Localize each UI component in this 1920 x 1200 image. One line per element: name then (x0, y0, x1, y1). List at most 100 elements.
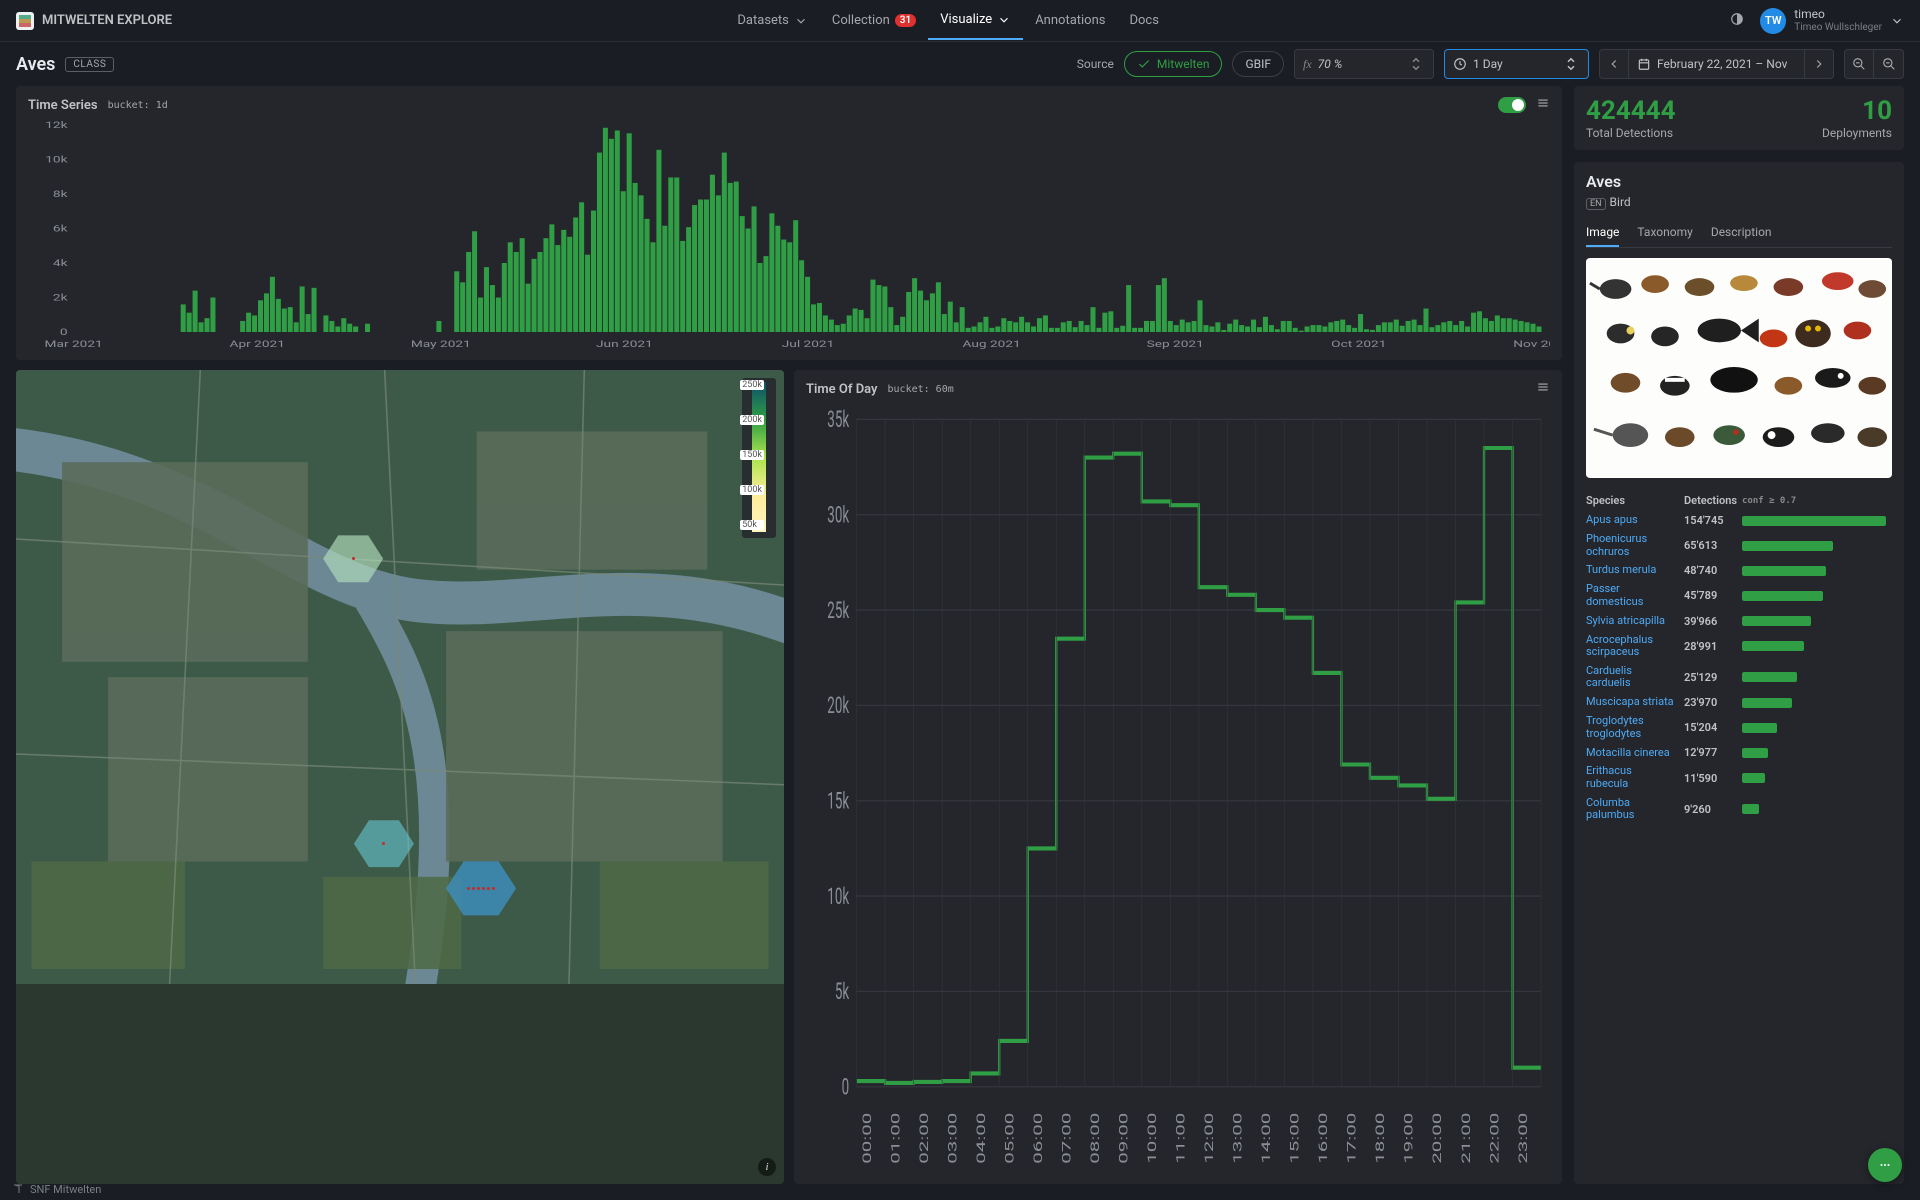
svg-text:May 2021: May 2021 (411, 338, 471, 349)
species-link[interactable]: Motacilla cinerea (1586, 747, 1676, 760)
species-link[interactable]: Muscicapa striata (1586, 696, 1676, 709)
zoom-reset-button[interactable] (1874, 49, 1904, 79)
select-handles-icon (1407, 55, 1425, 73)
date-range-select[interactable]: February 22, 2021 – November 5, … (1629, 49, 1804, 79)
svg-text:30k: 30k (827, 500, 849, 528)
nav-datasets[interactable]: Datasets (725, 1, 820, 40)
svg-text:0: 0 (60, 326, 68, 337)
svg-text:21:00: 21:00 (1459, 1113, 1473, 1164)
timeseries-menu-icon[interactable] (1536, 96, 1550, 114)
species-link[interactable]: Erithacus rubecula (1586, 765, 1676, 790)
avatar: TW (1760, 8, 1786, 34)
species-link[interactable]: Columba palumbus (1586, 797, 1676, 822)
species-count: 28'991 (1684, 640, 1734, 653)
svg-text:13:00: 13:00 (1231, 1113, 1245, 1164)
species-row: Passer domesticus 45'789 (1586, 580, 1886, 611)
deployments-value: 10 (1822, 96, 1892, 126)
fab-more-button[interactable] (1868, 1148, 1902, 1182)
app-name: MITWELTEN EXPLORE (42, 13, 172, 28)
species-row: Sylvia atricapilla 39'966 (1586, 612, 1886, 631)
species-bar (1742, 616, 1886, 626)
lang-tag: EN (1586, 198, 1606, 210)
autorefresh-toggle[interactable] (1498, 97, 1526, 113)
total-detections-value: 424444 (1586, 96, 1676, 126)
confidence-select[interactable]: fx 70 % (1294, 49, 1434, 79)
fx-icon: fx (1303, 57, 1312, 72)
nav-annotations[interactable]: Annotations (1023, 1, 1117, 40)
nav-collection[interactable]: Collection31 (820, 1, 928, 40)
svg-text:17:00: 17:00 (1345, 1113, 1359, 1164)
date-next-button[interactable] (1804, 49, 1834, 79)
source-gbif-pill[interactable]: GBIF (1232, 51, 1284, 77)
species-count: 154'745 (1684, 514, 1734, 527)
tab-description[interactable]: Description (1711, 219, 1772, 247)
app-logo[interactable]: MITWELTEN EXPLORE (16, 12, 172, 30)
species-count: 9'260 (1684, 803, 1734, 816)
species-link[interactable]: Troglodytes troglodytes (1586, 715, 1676, 740)
species-count: 65'613 (1684, 539, 1734, 552)
chevron-down-icon (1890, 14, 1904, 28)
species-link[interactable]: Carduelis carduelis (1586, 665, 1676, 690)
svg-text:23:00: 23:00 (1516, 1113, 1530, 1164)
species-row: Apus apus 154'745 (1586, 511, 1886, 530)
species-bar (1742, 698, 1886, 708)
species-count: 45'789 (1684, 589, 1734, 602)
timeofday-card: Time Of Day bucket: 60m 05k10k15k20k25k3… (794, 370, 1562, 1184)
species-link[interactable]: Sylvia atricapilla (1586, 615, 1676, 628)
species-bar (1742, 723, 1886, 733)
svg-text:00:00: 00:00 (860, 1113, 874, 1164)
stats-card: 424444 Total Detections 10 Deployments (1574, 86, 1904, 150)
species-link[interactable]: Apus apus (1586, 514, 1676, 527)
timeseries-bucket: bucket: 1d (108, 100, 168, 111)
map-info-icon[interactable]: i (758, 1158, 776, 1176)
species-link[interactable]: Phoenicurus ochruros (1586, 533, 1676, 558)
species-row: Columba palumbus 9'260 (1586, 794, 1886, 825)
svg-text:Apr 2021: Apr 2021 (230, 338, 285, 349)
svg-text:Sep 2021: Sep 2021 (1147, 338, 1204, 349)
timeofday-menu-icon[interactable] (1536, 380, 1550, 398)
select-handles-icon (1562, 55, 1580, 73)
species-row: Motacilla cinerea 12'977 (1586, 743, 1886, 762)
svg-text:15k: 15k (827, 786, 849, 814)
species-count: 39'966 (1684, 615, 1734, 628)
zoom-out-button[interactable] (1844, 49, 1874, 79)
timeofday-bucket: bucket: 60m (888, 384, 954, 395)
chevron-down-icon (997, 13, 1011, 27)
nav-visualize[interactable]: Visualize (928, 1, 1023, 40)
class-chip: CLASS (65, 57, 114, 72)
svg-text:19:00: 19:00 (1402, 1113, 1416, 1164)
calendar-icon (1637, 57, 1651, 71)
species-list[interactable]: Species Detections conf ≥ 0.7 Apus apus … (1586, 490, 1892, 1174)
user-fullname: Timeo Wullschleger (1794, 22, 1882, 33)
timeseries-chart[interactable]: 02k4k6k8k10k12kMar 2021Apr 2021May 2021J… (28, 120, 1550, 350)
user-name: timeo (1794, 8, 1882, 21)
svg-text:Jun 2021: Jun 2021 (596, 338, 653, 349)
species-link[interactable]: Turdus merula (1586, 564, 1676, 577)
svg-text:10k: 10k (827, 882, 849, 910)
tab-image[interactable]: Image (1586, 219, 1619, 247)
svg-text:8k: 8k (53, 188, 68, 199)
nav-docs[interactable]: Docs (1117, 1, 1170, 40)
date-prev-button[interactable] (1599, 49, 1629, 79)
svg-text:11:00: 11:00 (1174, 1113, 1188, 1164)
species-link[interactable]: Acrocephalus scirpaceus (1586, 634, 1676, 659)
map-panel[interactable]: 250k200k150k100k50k i (16, 370, 784, 1184)
species-bar (1742, 773, 1886, 783)
species-count: 11'590 (1684, 772, 1734, 785)
timeofday-chart[interactable]: 05k10k15k20k25k30k35k00:0001:0002:0003:0… (806, 404, 1550, 1174)
chevron-down-icon (794, 14, 808, 28)
source-mitwelten-pill[interactable]: Mitwelten (1124, 51, 1223, 77)
bucket-select[interactable]: 1 Day (1444, 49, 1589, 79)
taxon-card: Aves ENBird ImageTaxonomyDescription (1574, 162, 1904, 1184)
tab-taxonomy[interactable]: Taxonomy (1637, 219, 1692, 247)
timeseries-title: Time Series (28, 98, 98, 113)
theme-toggle-icon[interactable] (1724, 6, 1750, 36)
svg-text:12k: 12k (45, 120, 67, 130)
check-icon (1137, 57, 1151, 71)
timeseries-card: Time Series bucket: 1d 02k4k6k8k10k12kMa… (16, 86, 1562, 360)
svg-text:03:00: 03:00 (946, 1113, 960, 1164)
user-menu[interactable]: TW timeo Timeo Wullschleger (1760, 8, 1904, 34)
species-link[interactable]: Passer domesticus (1586, 583, 1676, 608)
svg-text:0: 0 (842, 1072, 850, 1100)
svg-text:Oct 2021: Oct 2021 (1331, 338, 1386, 349)
